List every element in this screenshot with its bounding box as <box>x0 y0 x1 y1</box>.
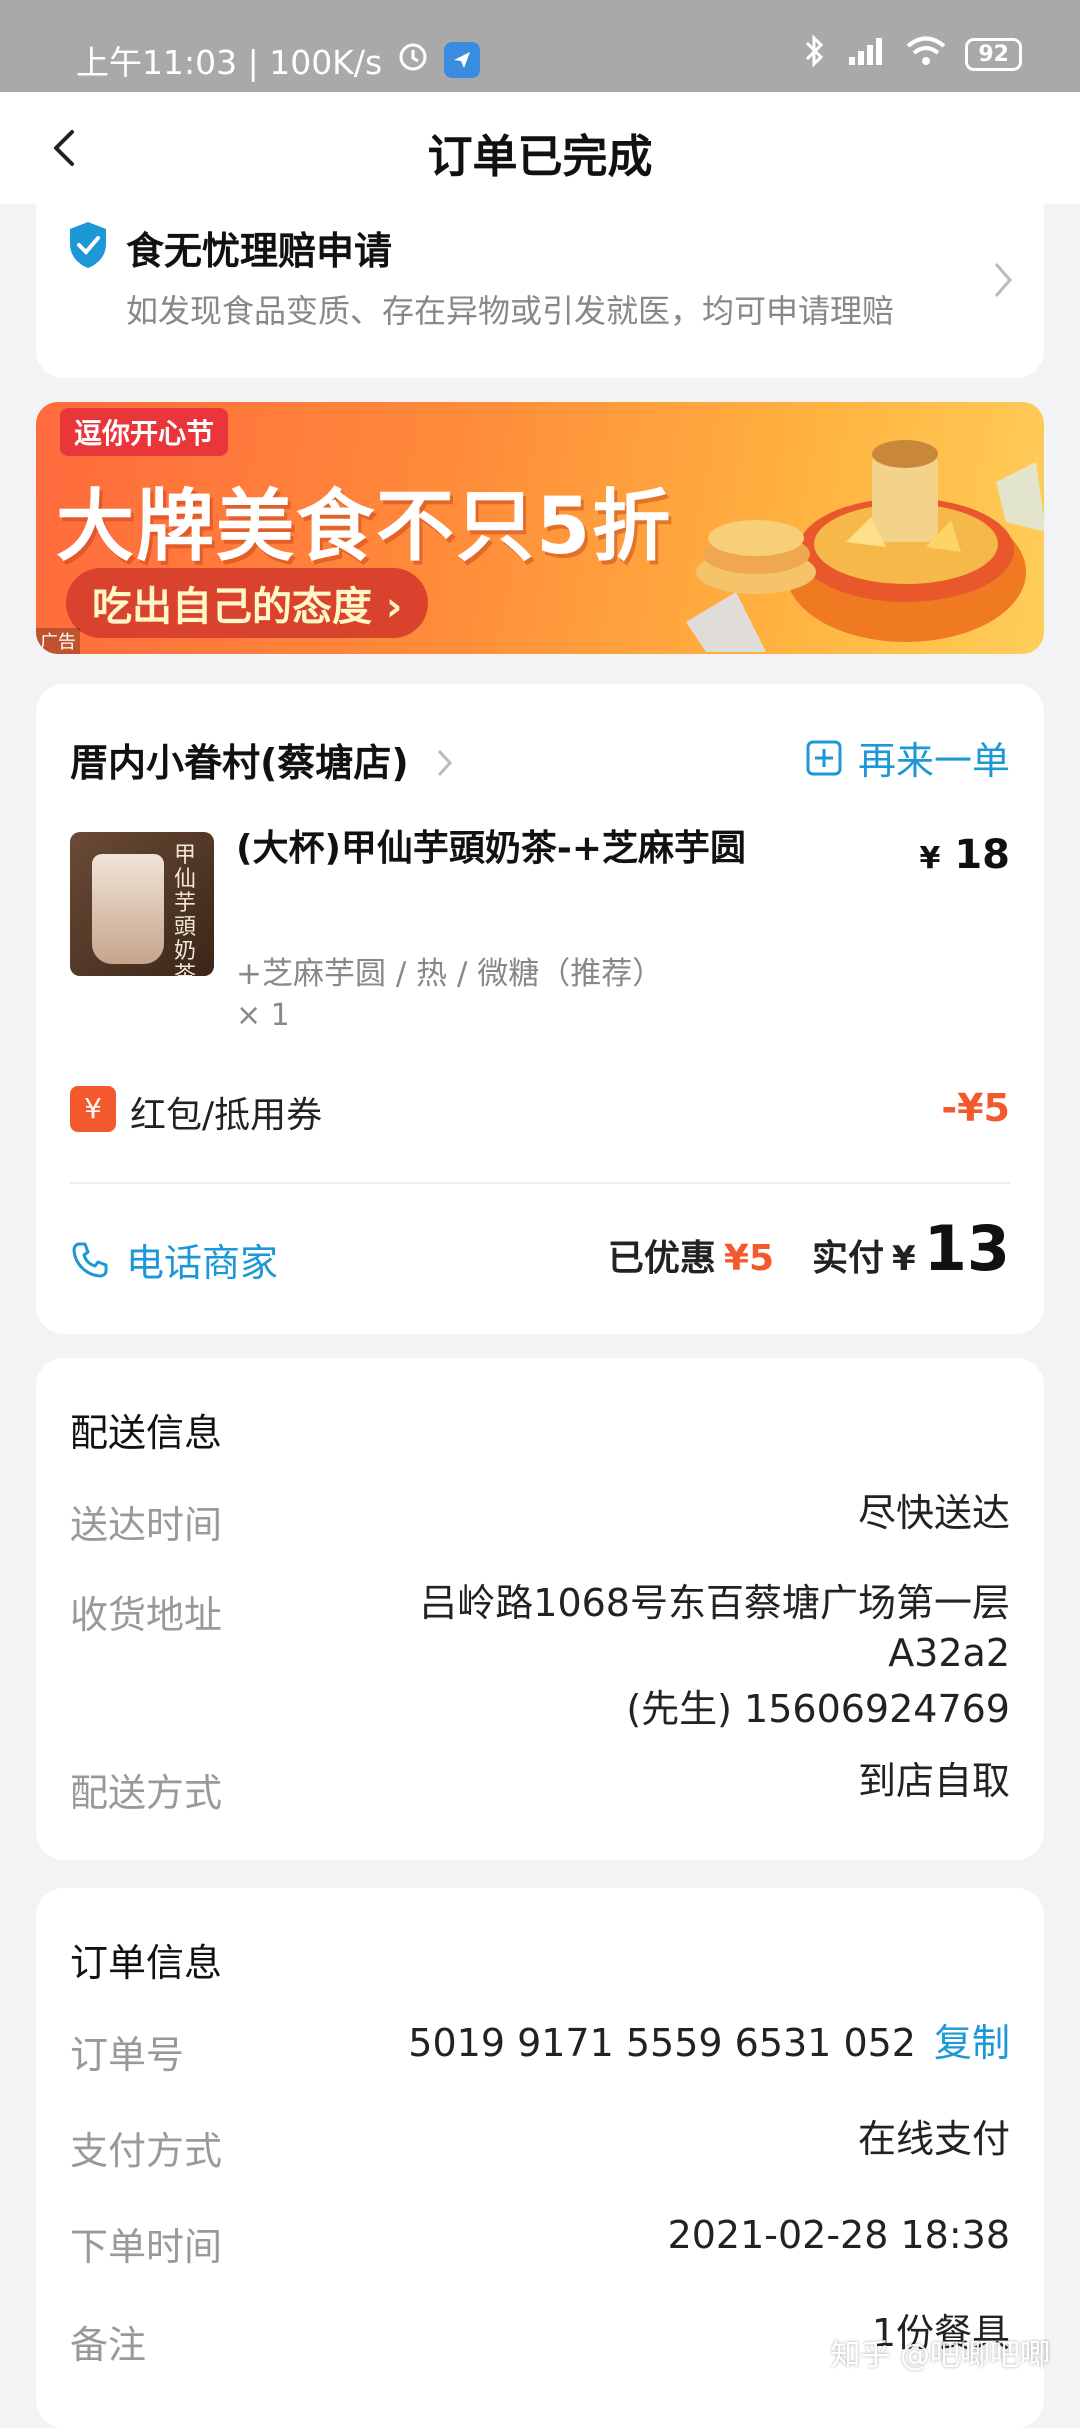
coupon-label: 红包/抵用券 <box>130 1095 323 1136</box>
reorder-button[interactable]: 再来一单 <box>806 730 1010 785</box>
page-title: 订单已完成 <box>427 130 653 183</box>
promo-banner[interactable]: 逗你开心节 大牌美食不只5折 吃出自己的态度 › 广告 <box>36 402 1044 654</box>
price-value: 18 <box>954 832 1010 878</box>
reorder-label: 再来一单 <box>857 739 1010 783</box>
order-number-row: 5019 9171 5559 6531 052 复制 <box>408 2018 1010 2068</box>
cup-graphic <box>92 854 164 964</box>
order-card: 厝内小眷村(蔡塘店) 再来一单 甲仙芋頭奶茶 (大杯)甲仙芋頭奶茶-+芝麻芋圆 … <box>36 684 1044 1334</box>
banner-button[interactable]: 吃出自己的态度 › <box>66 568 429 638</box>
paid-label: 实付 <box>812 1238 885 1279</box>
delivery-time-label: 送达时间 <box>70 1503 223 1547</box>
battery-indicator: 92 <box>965 38 1022 71</box>
insurance-claim-card[interactable]: 食无忧理赔申请 如发现食品变质、存在异物或引发就医，均可申请理赔 <box>36 190 1044 378</box>
address-value: 吕岭路1068号东百蔡塘广场第一层 A32a2 (先生) 15606924769 <box>419 1578 1010 1734</box>
phone-icon <box>72 1242 108 1277</box>
delivery-method-label: 配送方式 <box>70 1771 223 1815</box>
shop-name[interactable]: 厝内小眷村(蔡塘店) <box>70 732 454 787</box>
delivery-title: 配送信息 <box>70 1411 223 1455</box>
product-image: 甲仙芋頭奶茶 <box>70 832 214 976</box>
order-info-title: 订单信息 <box>70 1941 223 1985</box>
shop-name-text: 厝内小眷村(蔡塘店) <box>70 741 409 785</box>
banner-headline: 大牌美食不只5折 <box>56 482 673 572</box>
status-bar: 上午11:03 | 100K/s 92 <box>0 0 1080 92</box>
discount-label: 已优惠 <box>607 1238 716 1279</box>
wifi-icon <box>905 35 947 74</box>
insurance-description: 如发现食品变质、存在异物或引发就医，均可申请理赔 <box>126 292 895 330</box>
chevron-right-icon <box>992 260 1014 304</box>
address-line: 吕岭路1068号东百蔡塘广场第一层 <box>419 1581 1010 1625</box>
food-illustration <box>686 440 1044 652</box>
copy-button[interactable]: 复制 <box>934 2021 1010 2065</box>
paid-currency: ¥ <box>892 1239 916 1279</box>
delivery-time-value: 尽快送达 <box>857 1491 1010 1535</box>
discount-value: ¥5 <box>723 1238 775 1279</box>
coupon-icon: ¥ <box>70 1086 116 1132</box>
nav-bar: 订单已完成 <box>0 92 1080 204</box>
app-notification-icon <box>444 42 481 78</box>
payment-summary: 已优惠 ¥5 实付 ¥ 13 <box>608 1212 1010 1285</box>
chevron-right-icon <box>437 749 453 777</box>
order-time-label: 下单时间 <box>70 2225 223 2269</box>
contact-line: (先生) 15606924769 <box>626 1687 1010 1731</box>
payment-method-value: 在线支付 <box>857 2117 1010 2161</box>
alarm-icon <box>396 39 430 81</box>
delivery-info-card: 配送信息 送达时间 尽快送达 收货地址 吕岭路1068号东百蔡塘广场第一层 A3… <box>36 1358 1044 1860</box>
call-merchant-button[interactable]: 电话商家 <box>70 1232 278 1287</box>
product-quantity: × 1 <box>236 998 290 1033</box>
product-spec: +芝麻芋圆 / 热 / 微糖（推荐） <box>236 956 664 992</box>
signal-icon <box>845 35 887 74</box>
coupon-value: -¥5 <box>941 1086 1010 1130</box>
address-label: 收货地址 <box>70 1593 223 1637</box>
call-merchant-label: 电话商家 <box>126 1241 279 1285</box>
price-currency: ¥ <box>919 841 941 876</box>
address-line: A32a2 <box>888 1631 1010 1675</box>
insurance-title: 食无忧理赔申请 <box>126 229 393 273</box>
ad-label: 广告 <box>36 628 80 654</box>
paid-value: 13 <box>923 1212 1010 1285</box>
bluetooth-icon <box>803 34 827 75</box>
watermark: 知乎 @吧唧吧唧 <box>830 2338 1050 2373</box>
order-time-value: 2021-02-28 18:38 <box>667 2213 1010 2257</box>
order-number-label: 订单号 <box>70 2033 185 2077</box>
product-name: (大杯)甲仙芋頭奶茶-+芝麻芋圆 <box>236 828 747 869</box>
note-label: 备注 <box>70 2323 147 2367</box>
plus-square-icon <box>806 740 842 775</box>
product-image-text: 甲仙芋頭奶茶 <box>174 843 197 977</box>
banner-tag: 逗你开心节 <box>60 408 229 456</box>
payment-method-label: 支付方式 <box>70 2129 223 2173</box>
divider <box>70 1182 1010 1184</box>
product-price: ¥ 18 <box>920 832 1010 878</box>
shield-check-icon <box>66 220 110 274</box>
status-time: 上午11:03 | 100K/s <box>76 43 383 82</box>
delivery-method-value: 到店自取 <box>857 1759 1010 1803</box>
order-number-value: 5019 9171 5559 6531 052 <box>408 2021 916 2065</box>
